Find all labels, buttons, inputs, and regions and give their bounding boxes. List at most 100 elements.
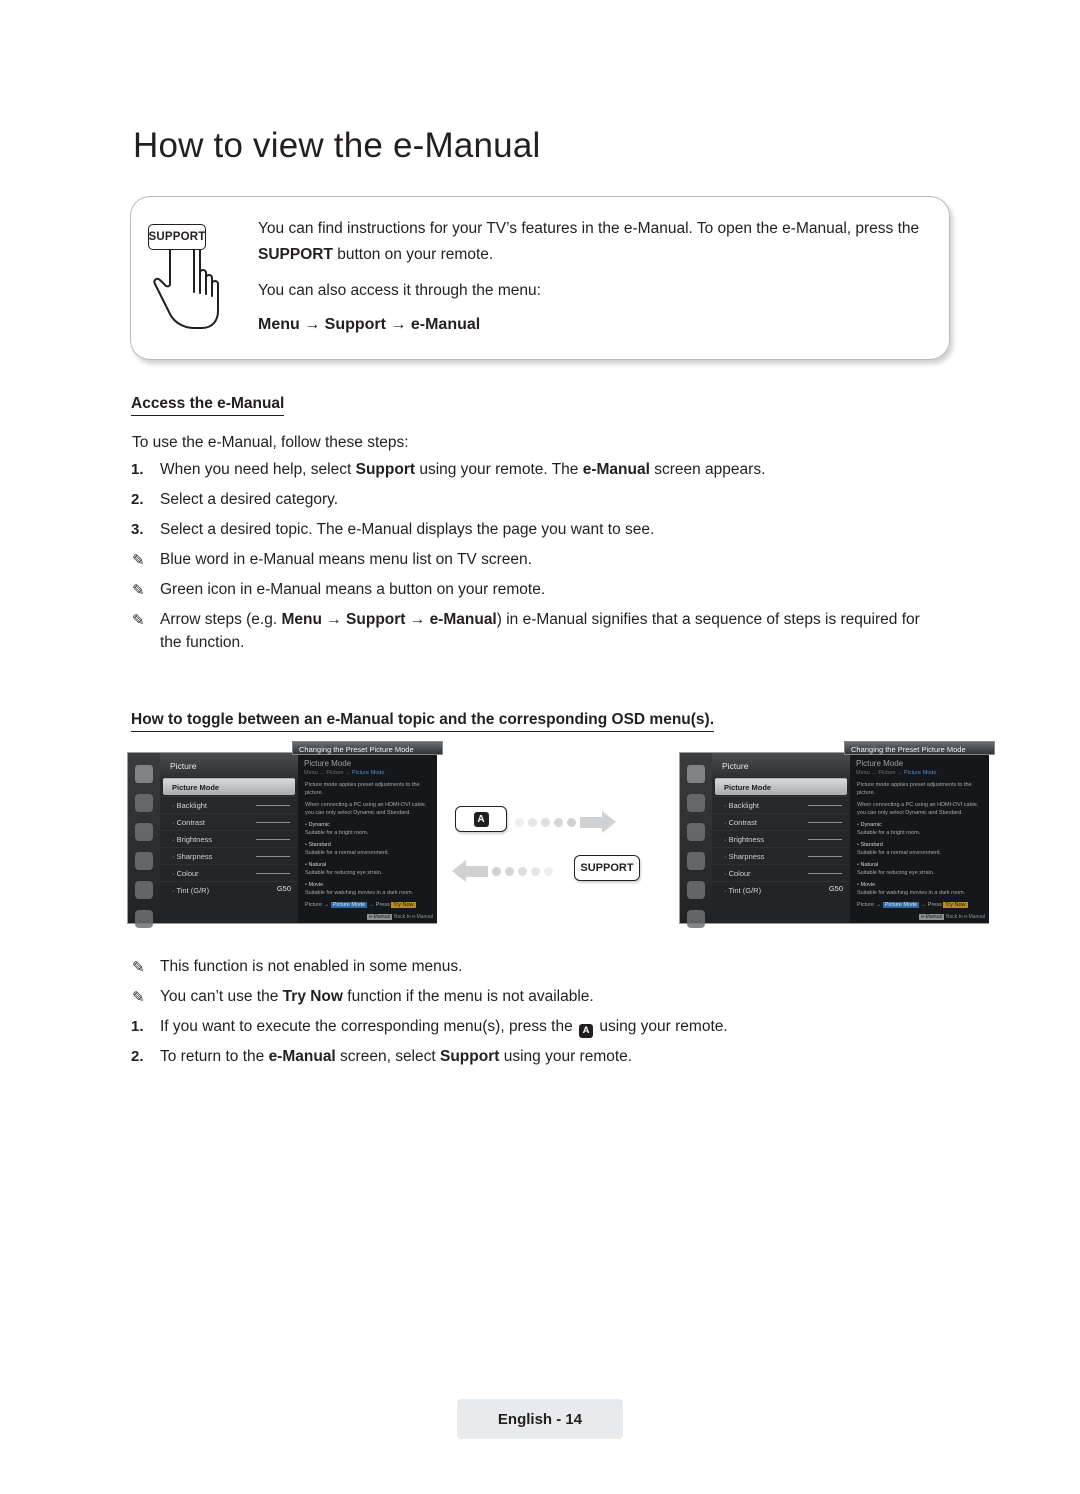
emanual-title-left: Picture Mode xyxy=(304,759,352,768)
emanual-bullet: • Dynamic Suitable for a bright room. xyxy=(857,822,921,836)
callout-menu-path: Menu → Support → e-Manual xyxy=(258,316,481,333)
arrow-to-emanual xyxy=(452,860,557,882)
sidebar-sound-icon xyxy=(687,794,705,812)
osd-menu-row[interactable]: Picture Mode xyxy=(715,778,847,795)
osd-menu-row[interactable]: · Contrast xyxy=(160,813,298,830)
sidebar-system-icon xyxy=(135,881,153,899)
osd-menu-row[interactable]: · Colour xyxy=(160,864,298,881)
a-key-glyph: A xyxy=(473,811,489,827)
emanual-breadcrumb-right: Menu → Picture → Picture Mode xyxy=(856,770,937,776)
osd-row-slider[interactable] xyxy=(256,873,290,874)
emanual-bullet: • Dynamic Suitable for a bright room. xyxy=(305,822,369,836)
sidebar-system-icon xyxy=(687,881,705,899)
osd-menu-title: Picture xyxy=(722,761,749,771)
callout-text: You can find instructions for your TV’s … xyxy=(258,216,938,338)
list-marker: ✎ xyxy=(132,989,145,1006)
osd-row-slider[interactable] xyxy=(256,805,290,806)
osd-menu-row[interactable]: · Backlight xyxy=(160,796,298,813)
emanual-bullet: • Standard Suitable for a normal environm… xyxy=(857,842,942,856)
list-text: Select a desired category. xyxy=(160,491,339,508)
section-heading-access: Access the e-Manual xyxy=(131,395,285,416)
osd-menu-row[interactable]: · Tint (G/R) G50 xyxy=(160,881,298,898)
note-item: ✎ You can’t use the Try Now function if t… xyxy=(131,985,951,1008)
osd-row-slider[interactable] xyxy=(256,839,290,840)
osd-row-value: G50 xyxy=(276,884,291,893)
emanual-header-left: Changing the Preset Picture Mode xyxy=(292,741,443,755)
osd-row-slider[interactable] xyxy=(256,856,290,857)
osd-row-label: · Colour xyxy=(172,868,199,878)
callout-line1-bold: SUPPORT xyxy=(258,246,333,263)
osd-menu-row[interactable]: · Brightness xyxy=(712,830,850,847)
emanual-intro: Picture mode applies preset adjustments … xyxy=(857,782,972,796)
access-steps-list: 1. When you need help, select Support usi… xyxy=(131,458,941,661)
list-text: You can’t use the Try Now function if th… xyxy=(160,988,594,1005)
sidebar-network-icon xyxy=(135,852,153,870)
emanual-panel-left: Changing the Preset Picture Mode Picture… xyxy=(292,741,443,923)
emanual-footer-right: e-Manual Back to e-Manual xyxy=(919,914,985,920)
section-heading-toggle: How to toggle between an e-Manual topic … xyxy=(131,711,715,732)
list-text: This function is not enabled in some men… xyxy=(160,958,463,975)
emanual-bullet: • Movie Suitable for watching movies in a… xyxy=(305,882,414,896)
osd-menu-right: Picture Picture Mode · Backlight · Contras… xyxy=(712,753,850,923)
osd-row-slider[interactable] xyxy=(808,873,842,874)
osd-row-label: · Contrast xyxy=(172,817,205,827)
emanual-note: When connecting a PC using an HDMI-DVI c… xyxy=(305,802,427,816)
osd-menu-row[interactable]: · Tint (G/R) G50 xyxy=(712,881,850,898)
callout-line1-part1: You can find instructions for your TV’s … xyxy=(258,220,920,237)
osd-menu-row[interactable]: Picture Mode xyxy=(163,778,295,795)
sidebar-support-icon xyxy=(687,910,705,928)
osd-row-slider[interactable] xyxy=(256,822,290,823)
osd-menu-row[interactable]: · Sharpness xyxy=(712,847,850,864)
emanual-body-left: Picture mode applies preset adjustments … xyxy=(298,776,437,909)
list-text: To return to the e-Manual screen, select… xyxy=(160,1048,633,1065)
list-marker: 3. xyxy=(131,521,144,538)
osd-menu-row[interactable]: · Contrast xyxy=(712,813,850,830)
osd-emanual-figure: Picture Picture Mode · Backlight · Contras… xyxy=(127,741,995,937)
note-item: ✎ This function is not enabled in some me… xyxy=(131,955,951,978)
osd-row-label: Picture Mode xyxy=(724,782,772,792)
key-support-button[interactable]: SUPPORT xyxy=(574,855,640,881)
list-marker: 1. xyxy=(131,461,144,478)
osd-menu-row[interactable]: · Colour xyxy=(712,864,850,881)
osd-row-label: Picture Mode xyxy=(172,782,220,792)
document-page: How to view the e-Manual SUPPORT You can… xyxy=(0,0,1080,1494)
sidebar-channel-icon xyxy=(135,823,153,841)
osd-menu-row[interactable]: · Backlight xyxy=(712,796,850,813)
osd-menu-row[interactable]: · Sharpness xyxy=(160,847,298,864)
emanual-title-right: Picture Mode xyxy=(856,759,904,768)
list-marker: ✎ xyxy=(132,612,145,629)
step-item: 3. Select a desired topic. The e-Manual d… xyxy=(131,518,941,541)
emanual-body-right: Picture mode applies preset adjustments … xyxy=(850,776,989,909)
osd-row-slider[interactable] xyxy=(808,839,842,840)
arrow-to-osd xyxy=(515,811,616,833)
key-a-button[interactable]: A xyxy=(455,806,507,832)
osd-row-slider[interactable] xyxy=(808,822,842,823)
tv-screenshot-left: Picture Picture Mode · Backlight · Contras… xyxy=(127,741,443,928)
emanual-bullet: • Natural Suitable for reducing eye strai… xyxy=(857,862,935,876)
emanual-panel-right: Changing the Preset Picture Mode Picture… xyxy=(844,741,995,923)
osd-row-label: · Contrast xyxy=(724,817,757,827)
osd-row-slider[interactable] xyxy=(808,805,842,806)
page-footer: English - 14 xyxy=(457,1399,623,1439)
osd-row-label: · Brightness xyxy=(724,834,765,844)
osd-sidebar-left xyxy=(128,753,161,928)
osd-row-label: · Colour xyxy=(724,868,751,878)
osd-menu-row[interactable]: · Brightness xyxy=(160,830,298,847)
list-marker: 2. xyxy=(131,491,144,508)
osd-row-slider[interactable] xyxy=(808,856,842,857)
emanual-bullet: • Standard Suitable for a normal environm… xyxy=(305,842,390,856)
osd-menu-title: Picture xyxy=(170,761,197,771)
list-text: Green icon in e-Manual means a button on… xyxy=(160,581,546,598)
list-text: Select a desired topic. The e-Manual dis… xyxy=(160,521,655,538)
sidebar-picture-icon xyxy=(135,765,153,783)
osd-row-label: · Backlight xyxy=(724,800,760,810)
access-intro-text: To use the e-Manual, follow these steps: xyxy=(132,434,409,451)
tv-screenshot-right: Picture Picture Mode · Backlight · Contras… xyxy=(679,741,995,928)
osd-sidebar-right xyxy=(680,753,713,928)
note-item: ✎ Green icon in e-Manual means a button o… xyxy=(131,578,941,601)
osd-row-label: · Tint (G/R) xyxy=(172,885,210,895)
osd-row-label: · Backlight xyxy=(172,800,208,810)
list-marker: ✎ xyxy=(132,959,145,976)
callout-line1-part2: button on your remote. xyxy=(332,246,494,263)
list-text: Blue word in e-Manual means menu list on… xyxy=(160,551,532,568)
